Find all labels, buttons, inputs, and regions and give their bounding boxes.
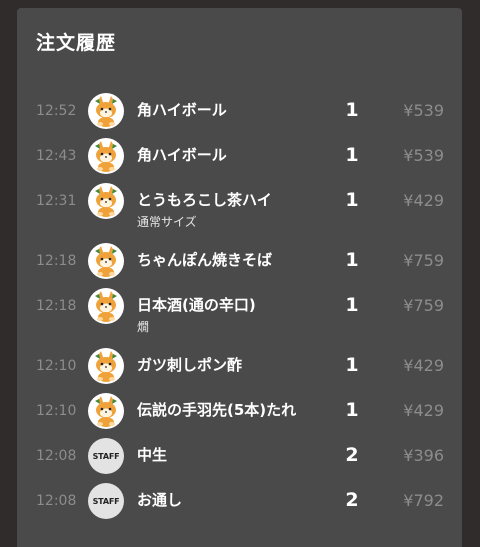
item-name: 日本酒(通の辛口)	[137, 296, 256, 314]
item-name: 角ハイボール	[137, 146, 227, 164]
item-name: ちゃんぽん焼きそば	[137, 251, 273, 269]
item-name: 中生	[137, 446, 168, 464]
order-row[interactable]: 12:08 STAFF お通し 2 ¥792	[17, 480, 462, 525]
order-row[interactable]: 12:18 ちゃんぽん焼きそば 1 ¥759	[17, 240, 462, 285]
item-quantity: 1	[345, 144, 359, 166]
order-row[interactable]: 12:10 伝説の手羽先(5本)たれ 1 ¥429	[17, 390, 462, 435]
fox-mascot-icon	[88, 138, 124, 174]
item-price: ¥792	[403, 491, 444, 510]
item-option: 通常サイズ	[137, 215, 197, 229]
order-row[interactable]: 12:52 角ハイボール 1 ¥539	[17, 90, 462, 135]
item-name: 伝説の手羽先(5本)たれ	[137, 401, 297, 419]
item-price: ¥429	[403, 191, 444, 210]
order-time: 12:18	[36, 298, 77, 314]
item-name: とうもろこし茶ハイ	[137, 191, 272, 209]
item-price: ¥759	[403, 296, 444, 315]
order-history-panel: 注文履歴 12:52 角ハイボール 1 ¥539 12:43 角ハイボール 1 …	[17, 8, 462, 547]
order-row[interactable]: 12:10 ガツ刺しポン酢 1 ¥429	[17, 345, 462, 390]
fox-mascot-icon	[88, 288, 124, 324]
fox-mascot-icon	[88, 348, 124, 384]
item-quantity: 1	[345, 354, 359, 376]
item-quantity: 1	[345, 399, 359, 421]
order-time: 12:52	[36, 103, 77, 119]
fox-mascot-icon	[88, 183, 124, 219]
item-quantity: 1	[345, 294, 359, 316]
item-price: ¥759	[403, 251, 444, 270]
fox-mascot-icon	[88, 393, 124, 429]
item-price: ¥539	[403, 146, 444, 165]
order-time: 12:10	[36, 403, 77, 419]
item-name: 角ハイボール	[137, 101, 227, 119]
order-time: 12:08	[36, 493, 77, 509]
order-list: 12:52 角ハイボール 1 ¥539 12:43 角ハイボール 1 ¥539 …	[17, 90, 462, 525]
item-price: ¥539	[403, 101, 444, 120]
order-time: 12:10	[36, 358, 77, 374]
item-name: お通し	[137, 491, 183, 509]
item-price: ¥396	[403, 446, 444, 465]
order-time: 12:08	[36, 448, 77, 464]
order-row[interactable]: 12:08 STAFF 中生 2 ¥396	[17, 435, 462, 480]
item-option: 燗	[137, 320, 150, 334]
order-row[interactable]: 12:18 日本酒(通の辛口) 燗 1 ¥759	[17, 285, 462, 345]
staff-badge-icon: STAFF	[88, 438, 124, 474]
staff-badge-icon: STAFF	[88, 483, 124, 519]
fox-mascot-icon	[88, 93, 124, 129]
item-quantity: 1	[345, 189, 359, 211]
page-title: 注文履歴	[36, 32, 117, 54]
fox-mascot-icon	[88, 243, 124, 279]
item-price: ¥429	[403, 356, 444, 375]
item-price: ¥429	[403, 401, 444, 420]
item-quantity: 1	[345, 249, 359, 271]
item-quantity: 2	[345, 444, 359, 466]
item-name: ガツ刺しポン酢	[137, 356, 243, 374]
order-time: 12:18	[36, 253, 77, 269]
item-quantity: 2	[345, 489, 359, 511]
item-quantity: 1	[345, 99, 359, 121]
order-time: 12:31	[36, 193, 77, 209]
order-time: 12:43	[36, 148, 77, 164]
order-row[interactable]: 12:43 角ハイボール 1 ¥539	[17, 135, 462, 180]
order-row[interactable]: 12:31 とうもろこし茶ハイ 通常サイズ 1 ¥429	[17, 180, 462, 240]
